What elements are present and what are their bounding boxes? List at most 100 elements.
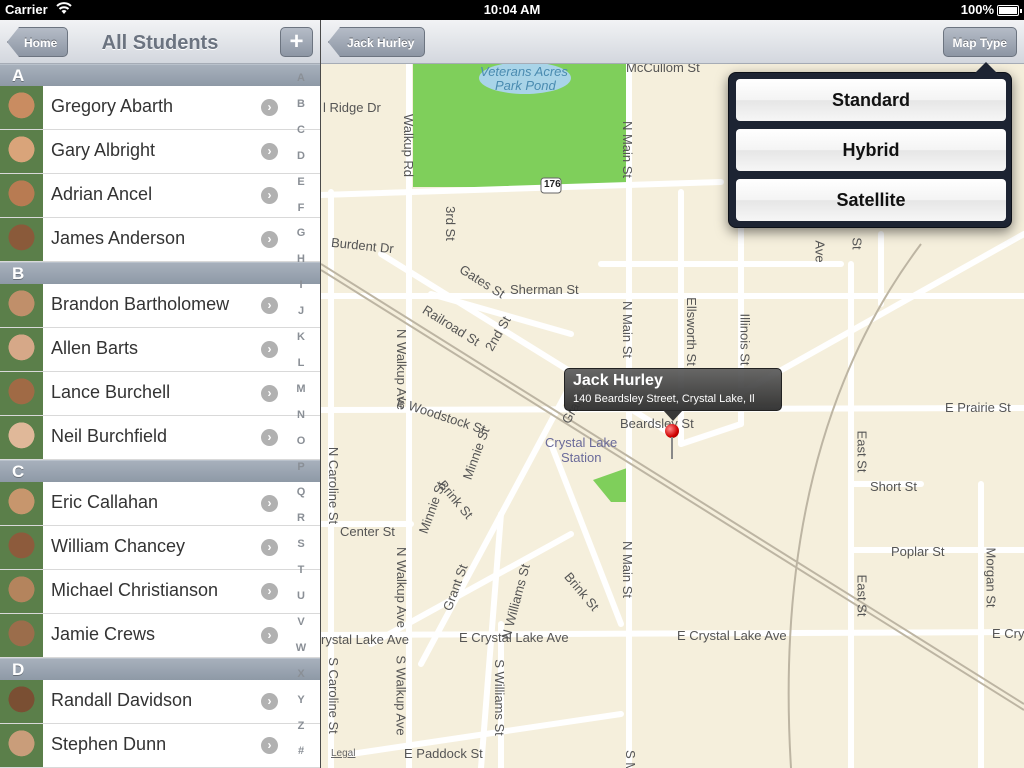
index-letter[interactable]: # [282,745,320,757]
chevron-right-icon[interactable]: › [261,143,278,160]
map-label: N Walkup Ave [393,547,409,628]
map-label: Station [561,450,602,465]
index-letter[interactable]: W [282,642,320,654]
student-name: Michael Christianson [51,580,219,600]
student-row[interactable]: Neil Burchfield › [0,416,320,460]
chevron-right-icon[interactable]: › [261,231,278,248]
index-letter[interactable]: N [282,409,320,421]
student-row[interactable]: Michael Christianson › [0,570,320,614]
map-label: Morgan St [983,547,999,608]
student-name: Eric Callahan [51,492,159,512]
add-student-button[interactable]: + [280,27,313,57]
index-letter[interactable]: P [282,461,320,473]
chevron-right-icon[interactable]: › [261,385,278,402]
index-letter[interactable]: E [282,176,320,188]
index-letter[interactable]: U [282,590,320,602]
students-list[interactable]: A Gregory Abarth › Gary Albright › Adrian Anc… [0,64,320,768]
index-letter[interactable]: T [282,564,320,576]
section-header: B [0,262,320,284]
student-row[interactable]: Allen Barts › [0,328,320,372]
students-nav-bar: Home All Students + [0,20,320,64]
student-name: William Chancey [51,536,186,556]
student-row[interactable]: Jamie Crews › [0,614,320,658]
avatar [0,680,43,723]
index-letter[interactable]: B [282,98,320,110]
avatar [0,174,43,217]
avatar [0,724,43,767]
map-label: Veterans Acres [480,64,568,79]
map-label: East St [854,574,870,617]
avatar [0,526,43,569]
student-row[interactable]: Randall Davidson › [0,680,320,724]
map-type-satellite-option[interactable]: Satellite [736,179,1006,221]
index-letter[interactable]: L [282,357,320,369]
student-row[interactable]: James Anderson › [0,218,320,262]
index-letter[interactable]: I [282,279,320,291]
callout-address: 140 Beardsley Street, Crystal Lake, Il [573,393,755,405]
map-label: N Caroline St [326,446,342,525]
avatar [0,416,43,459]
chevron-right-icon[interactable]: › [261,583,278,600]
index-letter[interactable]: S [282,538,320,550]
student-row[interactable]: Stephen Dunn › [0,724,320,768]
student-row[interactable]: Lance Burchell › [0,372,320,416]
chevron-right-icon[interactable]: › [261,693,278,710]
index-letter[interactable]: Y [282,694,320,706]
page-title: All Students [101,32,219,54]
map-label: E Prairie St [945,400,1011,415]
index-letter[interactable]: Z [282,720,320,732]
index-letter[interactable]: O [282,435,320,447]
map-type-hybrid-option[interactable]: Hybrid [736,129,1006,171]
index-letter[interactable]: X [282,668,320,680]
index-letter[interactable]: K [282,331,320,343]
index-letter[interactable]: F [282,202,320,214]
index-letter[interactable]: J [282,305,320,317]
student-location-callout[interactable]: Jack Hurley 140 Beardsley Street, Crysta… [564,368,782,421]
student-name: Randall Davidson [51,690,193,710]
index-letter[interactable]: Q [282,486,320,498]
battery-percent: 100% [960,2,994,17]
index-letter[interactable]: D [282,150,320,162]
map-type-standard-option[interactable]: Standard [736,79,1006,121]
student-row[interactable]: Brandon Bartholomew › [0,284,320,328]
student-row[interactable]: Gregory Abarth › [0,86,320,130]
student-row[interactable]: Adrian Ancel › [0,174,320,218]
avatar [0,328,43,371]
map-type-button[interactable]: Map Type [942,27,1017,57]
avatar [0,130,43,173]
chevron-right-icon[interactable]: › [261,539,278,556]
student-name: James Anderson [51,228,186,248]
legal-link[interactable]: Legal [331,748,355,759]
map-label: E Paddock St [404,746,483,761]
index-letter[interactable]: A [282,72,320,84]
chevron-right-icon[interactable]: › [261,99,278,116]
chevron-right-icon[interactable]: › [261,341,278,358]
student-row[interactable]: Eric Callahan › [0,482,320,526]
student-name: Allen Barts [51,338,139,358]
index-letter[interactable]: R [282,512,320,524]
section-index[interactable]: A B C D E F G H I J K L M N O P Q R S T U V W X Y Z # [282,72,320,768]
student-row[interactable]: William Chancey › [0,526,320,570]
chevron-right-icon[interactable]: › [261,429,278,446]
avatar [0,614,43,657]
map-label: Park Pond [495,78,556,93]
index-letter[interactable]: M [282,383,320,395]
student-back-button[interactable]: Jack Hurley [328,27,426,57]
chevron-right-icon[interactable]: › [261,495,278,512]
index-letter[interactable]: G [282,227,320,239]
chevron-right-icon[interactable]: › [261,297,278,314]
map-pin-icon[interactable] [665,424,679,438]
student-name: Gregory Abarth [51,96,174,116]
student-row[interactable]: Gary Albright › [0,130,320,174]
chevron-right-icon[interactable]: › [261,627,278,644]
student-name: Adrian Ancel [51,184,153,204]
chevron-right-icon[interactable]: › [261,187,278,204]
map-label: N Walkup Ave [393,329,409,410]
index-letter[interactable]: C [282,124,320,136]
avatar [0,482,43,525]
index-letter[interactable]: V [282,616,320,628]
map-label: 3rd St [442,206,458,241]
index-letter[interactable]: H [282,253,320,265]
chevron-right-icon[interactable]: › [261,737,278,754]
highway-shield: 176 [544,179,561,190]
